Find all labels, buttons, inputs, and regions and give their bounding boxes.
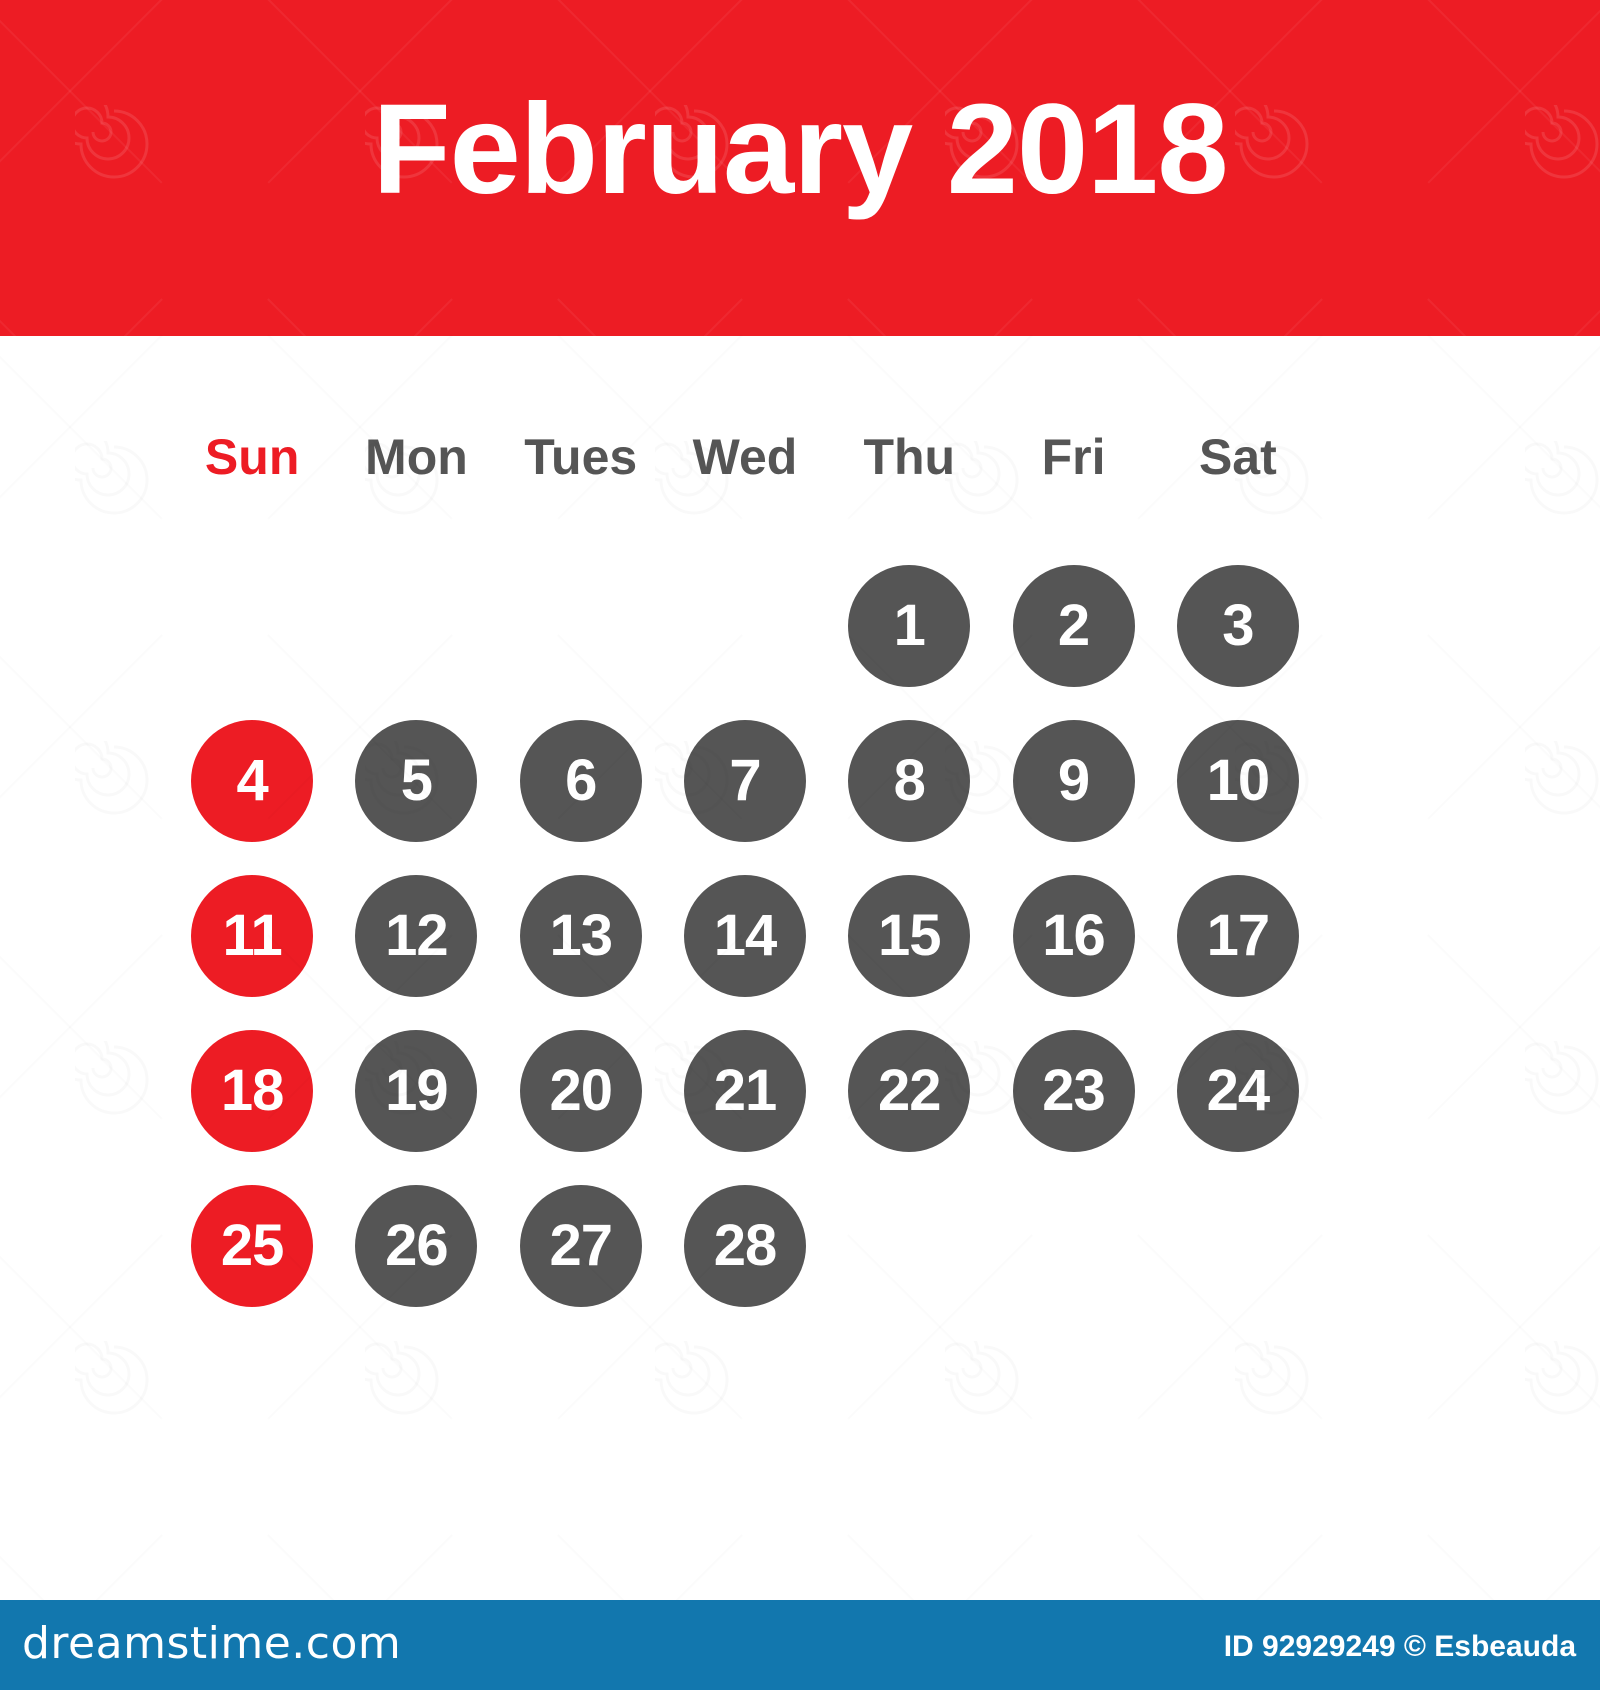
page-title: February 2018 <box>372 78 1228 221</box>
day-cell[interactable]: 21 <box>663 1013 827 1168</box>
day-cell-empty <box>827 1168 991 1323</box>
day-cell[interactable]: 10 <box>1156 703 1320 858</box>
day-number-badge[interactable]: 17 <box>1176 874 1299 997</box>
watermark-cross <box>520 260 780 336</box>
day-number-badge[interactable]: 1 <box>848 564 971 687</box>
watermark-cross <box>0 260 200 336</box>
watermark-cross <box>810 260 1070 336</box>
day-number-badge[interactable]: 26 <box>355 1184 478 1307</box>
day-number-badge[interactable]: 24 <box>1176 1029 1299 1152</box>
footer-bar: dreamstime.com ID 92929249 © Esbeauda <box>0 1600 1600 1690</box>
day-cell[interactable]: 18 <box>170 1013 334 1168</box>
weekday-header-thu: Thu <box>863 429 956 485</box>
day-cell[interactable]: 5 <box>334 703 498 858</box>
day-cell[interactable]: 1 <box>827 548 991 703</box>
day-number-badge[interactable]: 3 <box>1176 564 1299 687</box>
day-number-badge[interactable]: 2 <box>1012 564 1135 687</box>
weekday-header-sun: Sun <box>204 429 300 485</box>
weekday-header-mon: Mon <box>365 429 468 485</box>
day-cell-empty <box>334 548 498 703</box>
day-cell[interactable]: 8 <box>827 703 991 858</box>
weekday-header-row: Sun Mon Tues Wed Thu Fri Sat <box>170 432 1320 482</box>
dreamstime-logo: dreamstime.com <box>22 1618 402 1669</box>
day-number-badge[interactable]: 28 <box>683 1184 806 1307</box>
day-cell[interactable]: 28 <box>663 1168 827 1323</box>
calendar-body: Sun Mon Tues Wed Thu Fri Sat 1 2 3 4 5 6 7 8 9 10 11 12 13… <box>0 336 1600 1600</box>
day-cell[interactable]: 22 <box>827 1013 991 1168</box>
day-number-badge[interactable]: 6 <box>519 719 642 842</box>
watermark-cross <box>230 260 490 336</box>
day-cell[interactable]: 12 <box>334 858 498 1013</box>
weekday-header-sat: Sat <box>1198 429 1277 485</box>
watermark-cross <box>1390 260 1600 336</box>
day-number-badge[interactable]: 7 <box>683 719 806 842</box>
day-cell[interactable]: 17 <box>1156 858 1320 1013</box>
day-cell[interactable]: 13 <box>499 858 663 1013</box>
day-cell[interactable]: 6 <box>499 703 663 858</box>
day-cell[interactable]: 11 <box>170 858 334 1013</box>
day-cell[interactable]: 19 <box>334 1013 498 1168</box>
day-cell[interactable]: 3 <box>1156 548 1320 703</box>
day-cell-empty <box>499 548 663 703</box>
day-cell[interactable]: 15 <box>827 858 991 1013</box>
day-number-badge[interactable]: 10 <box>1176 719 1299 842</box>
day-cell[interactable]: 9 <box>991 703 1155 858</box>
day-cell[interactable]: 7 <box>663 703 827 858</box>
weekday-header-fri: Fri <box>1041 429 1106 485</box>
day-number-badge[interactable]: 8 <box>848 719 971 842</box>
day-cell[interactable]: 20 <box>499 1013 663 1168</box>
day-number-badge[interactable]: 5 <box>355 719 478 842</box>
day-cell[interactable]: 25 <box>170 1168 334 1323</box>
day-number-badge[interactable]: 11 <box>191 874 314 997</box>
day-cell-empty <box>991 1168 1155 1323</box>
day-number-badge[interactable]: 18 <box>191 1029 314 1152</box>
day-cell-empty <box>1156 1168 1320 1323</box>
day-cell[interactable]: 4 <box>170 703 334 858</box>
day-number-badge[interactable]: 12 <box>355 874 478 997</box>
day-cell[interactable]: 2 <box>991 548 1155 703</box>
day-number-badge[interactable]: 25 <box>191 1184 314 1307</box>
day-cell-empty <box>663 548 827 703</box>
weekday-header-wed: Wed <box>692 429 798 485</box>
day-cell-empty <box>170 548 334 703</box>
day-number-badge[interactable]: 20 <box>519 1029 642 1152</box>
header-banner: February 2018 <box>0 0 1600 336</box>
day-number-badge[interactable]: 16 <box>1012 874 1135 997</box>
weekday-header-tues: Tues <box>524 429 638 485</box>
day-number-badge[interactable]: 13 <box>519 874 642 997</box>
day-cell[interactable]: 16 <box>991 858 1155 1013</box>
day-number-badge[interactable]: 21 <box>683 1029 806 1152</box>
watermark-cross <box>1100 260 1360 336</box>
image-id-credit: ID 92929249 © Esbeauda <box>1223 1630 1576 1663</box>
day-number-badge[interactable]: 14 <box>683 874 806 997</box>
day-cell[interactable]: 14 <box>663 858 827 1013</box>
day-number-badge[interactable]: 15 <box>848 874 971 997</box>
day-number-badge[interactable]: 22 <box>848 1029 971 1152</box>
day-number-badge[interactable]: 23 <box>1012 1029 1135 1152</box>
day-cell[interactable]: 23 <box>991 1013 1155 1168</box>
day-cell[interactable]: 26 <box>334 1168 498 1323</box>
day-number-badge[interactable]: 4 <box>191 719 314 842</box>
calendar-days-grid: 1 2 3 4 5 6 7 8 9 10 11 12 13 14 15 16 17 18 19 20 21 22 23 24 2… <box>170 548 1320 1323</box>
day-number-badge[interactable]: 9 <box>1012 719 1135 842</box>
day-number-badge[interactable]: 19 <box>355 1029 478 1152</box>
day-cell[interactable]: 27 <box>499 1168 663 1323</box>
day-number-badge[interactable]: 27 <box>519 1184 642 1307</box>
day-cell[interactable]: 24 <box>1156 1013 1320 1168</box>
